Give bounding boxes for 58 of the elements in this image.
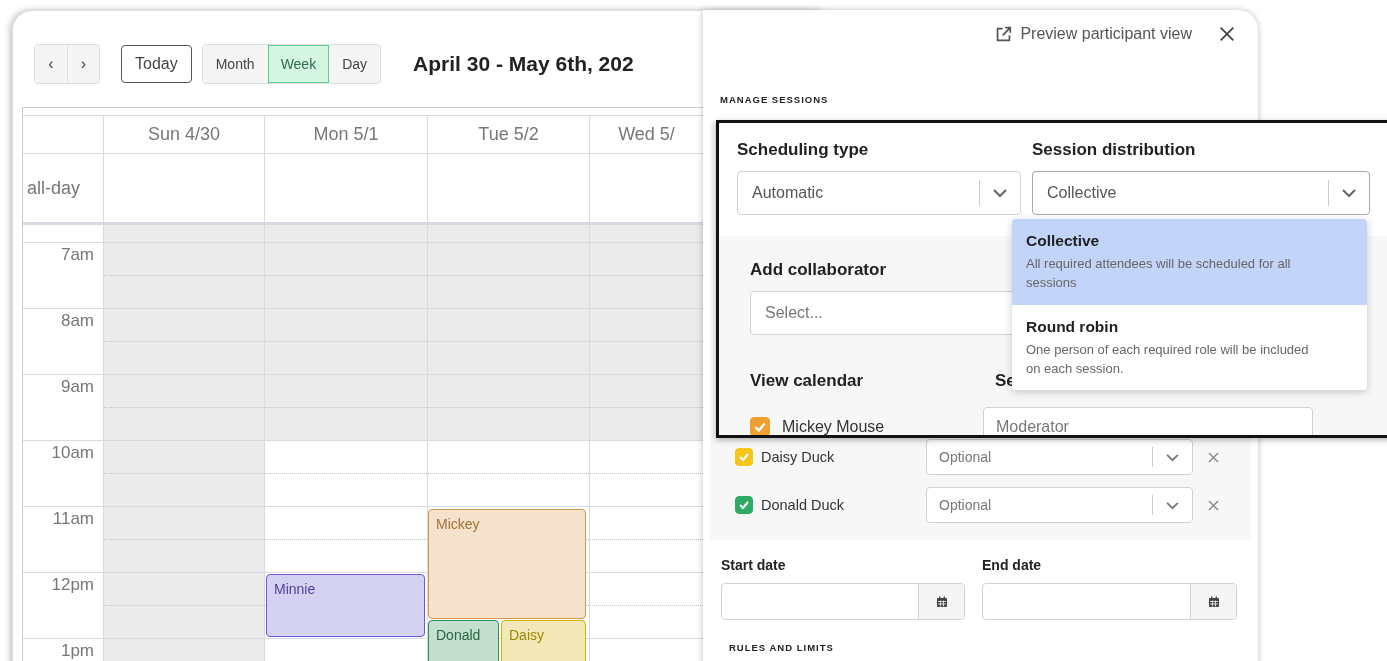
- check-icon: [738, 451, 750, 463]
- field-label: End date: [982, 557, 1043, 573]
- view-tab[interactable]: Month: [202, 45, 268, 83]
- check-icon: [738, 499, 750, 511]
- check-icon: [753, 420, 767, 434]
- field-label: Add collaborator: [750, 260, 886, 279]
- hour-label: 9am: [60, 377, 94, 397]
- next-button[interactable]: ›: [67, 45, 99, 83]
- hour-label: 8am: [60, 311, 94, 331]
- chevron-down-icon: [993, 188, 1007, 198]
- field-label: Scheduling type: [737, 140, 870, 160]
- chevron-down-icon: [1166, 452, 1179, 462]
- role-select[interactable]: Moderator: [983, 407, 1313, 435]
- remove-icon[interactable]: [1208, 451, 1219, 463]
- checkbox[interactable]: [735, 496, 753, 514]
- all-day-label: all-day: [27, 177, 81, 199]
- field-label: Start date: [721, 557, 787, 573]
- dropdown-option[interactable]: Collective All required attendees will be scheduled for all sessions: [1012, 219, 1367, 305]
- preview-link[interactable]: Preview participant view: [995, 25, 1192, 43]
- section-title: MANAGE SESSIONS: [720, 94, 830, 105]
- previous-button[interactable]: ‹: [35, 45, 67, 83]
- chevron-down-icon: [1342, 188, 1356, 198]
- participant-name: Daisy Duck: [761, 449, 836, 465]
- remove-icon[interactable]: [1208, 499, 1219, 511]
- calendar-icon[interactable]: [1207, 595, 1220, 608]
- chevron-down-icon: [1166, 500, 1179, 510]
- section-title: RULES AND LIMITS: [729, 642, 835, 653]
- day-header: Tue 5/2: [478, 124, 539, 145]
- calendar-event[interactable]: Donald: [428, 620, 499, 661]
- calendar-icon[interactable]: [935, 595, 948, 608]
- day-header: Wed 5/: [618, 124, 675, 145]
- date-field[interactable]: [721, 583, 965, 620]
- dropdown-option[interactable]: Round robin One person of each required role will be included on each session.: [1012, 304, 1367, 391]
- today-button[interactable]: Today: [121, 45, 192, 83]
- participant-name: Donald Duck: [761, 497, 845, 513]
- field-label: View calendar: [750, 371, 865, 391]
- role-select[interactable]: Optional: [926, 487, 1193, 523]
- date-field[interactable]: [982, 583, 1237, 620]
- hour-label: 7am: [60, 245, 94, 265]
- scheduling-type-select[interactable]: Automatic: [737, 171, 1021, 215]
- day-header: Mon 5/1: [313, 124, 379, 145]
- view-tab[interactable]: Day: [329, 45, 381, 83]
- date-range-title: April 30 - May 6th, 202: [413, 52, 634, 76]
- day-header: Sun 4/30: [147, 124, 221, 145]
- hour-label: 10am: [51, 443, 94, 463]
- calendar-event[interactable]: Minnie: [266, 574, 425, 637]
- external-link-icon: [995, 25, 1013, 43]
- hour-label: 12pm: [51, 575, 94, 595]
- view-tab[interactable]: Week: [267, 45, 330, 83]
- checkbox[interactable]: [735, 448, 753, 466]
- close-icon[interactable]: [1218, 25, 1236, 43]
- hour-label: 1pm: [60, 641, 94, 661]
- session-distribution-select[interactable]: Collective: [1032, 171, 1370, 215]
- checkbox[interactable]: [750, 417, 770, 435]
- hour-label: 11am: [52, 509, 94, 529]
- field-label: Session distribution: [1032, 140, 1197, 160]
- role-select[interactable]: Optional: [926, 439, 1193, 475]
- participant-name: Mickey Mouse: [782, 418, 886, 435]
